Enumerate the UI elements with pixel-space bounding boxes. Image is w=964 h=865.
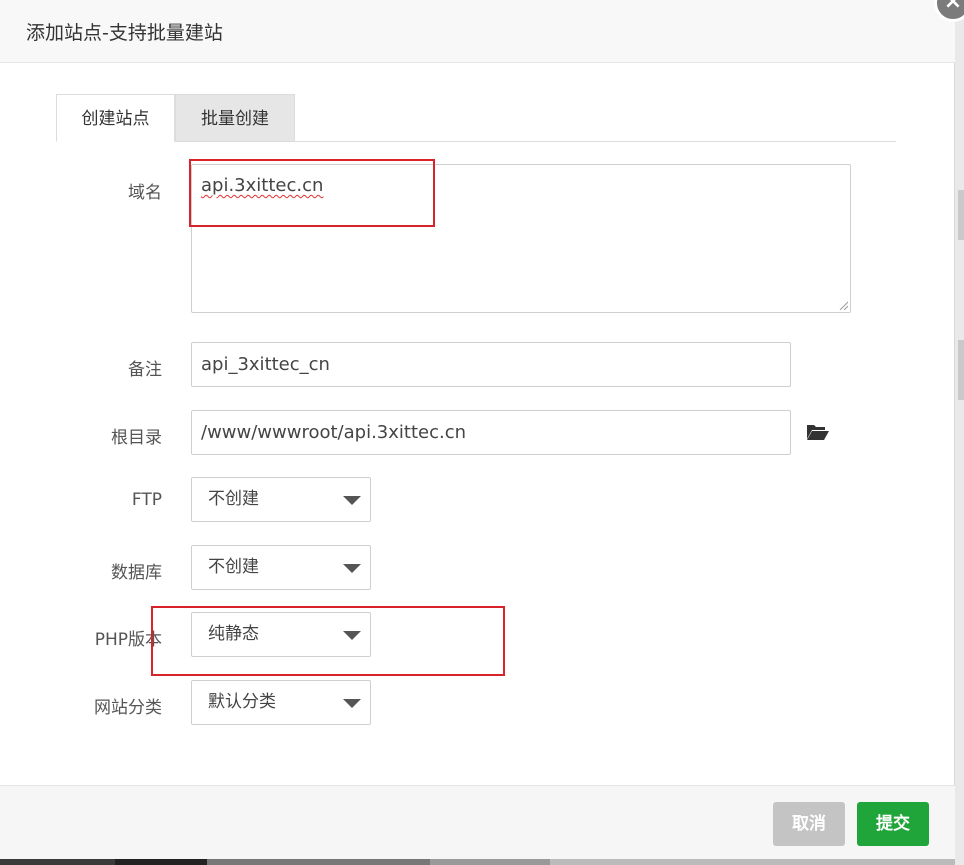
tab-create-site[interactable]: 创建站点 <box>56 94 175 142</box>
database-select[interactable]: 不创建 <box>191 545 371 590</box>
ftp-selected: 不创建 <box>208 489 259 509</box>
site-category-selected: 默认分类 <box>208 692 276 712</box>
resize-grip-icon[interactable] <box>838 300 848 310</box>
root-dir-input[interactable]: /www/wwwroot/api.3xittec.cn <box>191 410 791 455</box>
site-category-label: 网站分类 <box>94 698 162 718</box>
php-version-label: PHP版本 <box>94 630 162 650</box>
annotation-box-php <box>151 606 505 676</box>
remark-label: 备注 <box>128 360 162 380</box>
domain-label: 域名 <box>128 183 162 203</box>
cancel-button[interactable]: 取消 <box>773 802 845 846</box>
root-dir-label: 根目录 <box>111 428 162 448</box>
dialog-titlebar: 添加站点-支持批量建站 <box>0 0 955 63</box>
remark-input[interactable]: api_3xittec_cn <box>191 342 791 387</box>
tab-bar: 创建站点 批量创建 <box>56 94 896 142</box>
folder-open-icon[interactable] <box>806 422 830 442</box>
submit-button[interactable]: 提交 <box>857 802 929 846</box>
chevron-down-icon <box>343 496 361 505</box>
database-label: 数据库 <box>111 563 162 583</box>
dialog-title: 添加站点-支持批量建站 <box>26 22 223 44</box>
taskbar-strip <box>0 859 955 865</box>
database-selected: 不创建 <box>208 557 259 577</box>
ftp-label: FTP <box>131 490 162 510</box>
annotation-box-domain <box>189 159 435 227</box>
add-site-dialog: 添加站点-支持批量建站 创建站点 批量创建 域名 api.3xittec.cn … <box>0 0 955 865</box>
dialog-footer: 取消 提交 <box>0 785 955 865</box>
background-scroll-strip <box>955 0 964 865</box>
chevron-down-icon <box>343 564 361 573</box>
ftp-select[interactable]: 不创建 <box>191 477 371 522</box>
site-category-select[interactable]: 默认分类 <box>191 680 371 725</box>
tab-batch-create[interactable]: 批量创建 <box>175 94 295 142</box>
chevron-down-icon <box>343 699 361 708</box>
